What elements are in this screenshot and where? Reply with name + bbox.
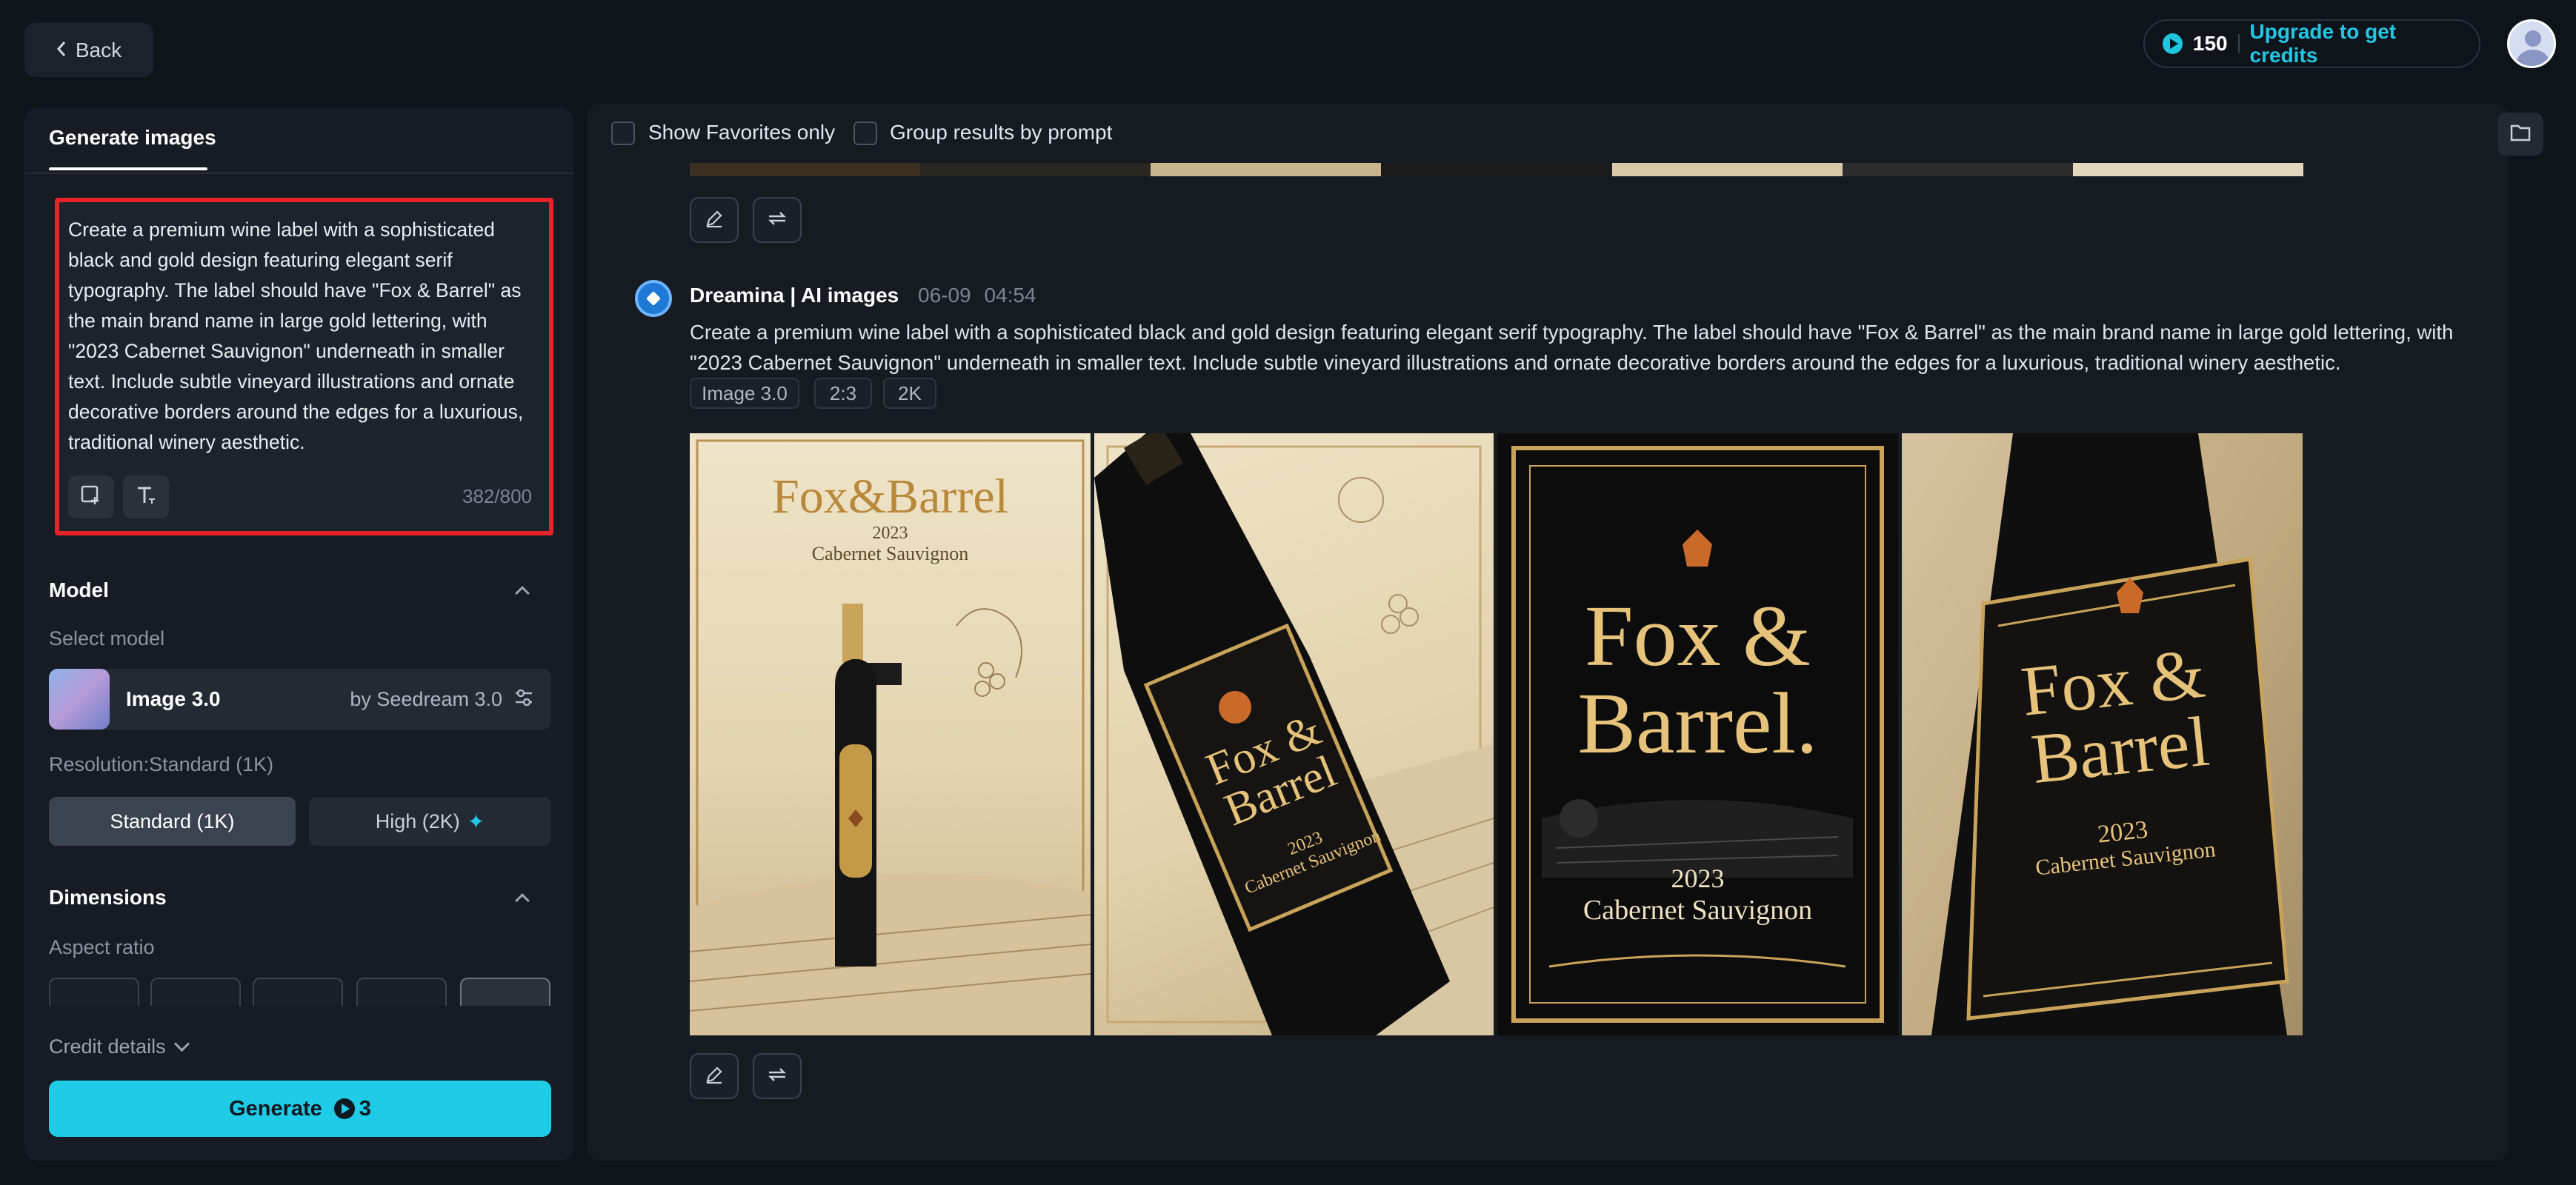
dimensions-section-title: Dimensions xyxy=(49,886,167,909)
char-count: 382/800 xyxy=(462,485,532,507)
model-provider: by Seedream 3.0 xyxy=(350,687,502,710)
model-thumbnail xyxy=(49,669,110,730)
text-style-button[interactable] xyxy=(123,475,169,518)
aspect-option[interactable] xyxy=(356,978,447,1006)
generate-cost: 3 xyxy=(359,1096,371,1121)
sliders-icon[interactable] xyxy=(513,687,535,712)
chevron-down-icon xyxy=(173,1035,190,1052)
aspect-ratio-label: Aspect ratio xyxy=(49,936,155,958)
group-by-prompt-label[interactable]: Group results by prompt xyxy=(890,121,1112,144)
pencil-icon xyxy=(704,208,725,233)
image-upload-icon xyxy=(80,484,102,510)
result-prompt: Create a premium wine label with a sophi… xyxy=(690,321,2454,374)
generated-image-4[interactable]: Fox & Barrel 2023 Cabernet Sauvignon xyxy=(1902,433,2303,1035)
chevron-left-icon xyxy=(56,39,67,62)
back-label: Back xyxy=(75,38,122,61)
back-button[interactable]: Back xyxy=(24,23,153,77)
text-format-icon xyxy=(135,484,157,510)
generate-label: Generate xyxy=(229,1096,322,1121)
author-name: Dreamina | AI images xyxy=(690,284,899,307)
label-brand: Fox&Barrel xyxy=(772,470,1008,524)
resolution-label: Resolution:Standard (1K) xyxy=(49,753,274,775)
model-selector[interactable]: Image 3.0 by Seedream 3.0 xyxy=(49,669,551,730)
regenerate-button[interactable] xyxy=(753,197,802,243)
generated-image-2[interactable]: Fox & Barrel 2023 Cabernet Sauvignon xyxy=(1094,433,1494,1035)
avatar[interactable] xyxy=(2507,19,2556,68)
label-varietal: Cabernet Sauvignon xyxy=(1582,895,1813,926)
avatar-head-icon xyxy=(2525,30,2541,47)
aspect-option[interactable] xyxy=(253,978,343,1006)
avatar-body-icon xyxy=(2516,50,2550,66)
tag-model: Image 3.0 xyxy=(690,378,799,409)
folder-button[interactable] xyxy=(2497,113,2543,156)
repeat-icon xyxy=(766,1064,788,1089)
group-by-prompt-checkbox[interactable] xyxy=(853,121,877,145)
label-year: 2023 xyxy=(1671,864,1725,893)
show-favorites-label[interactable]: Show Favorites only xyxy=(648,121,835,144)
model-name: Image 3.0 xyxy=(126,687,221,710)
edit-button[interactable] xyxy=(690,197,739,243)
select-model-label: Select model xyxy=(49,627,165,650)
credit-details-label: Credit details xyxy=(49,1035,166,1058)
tab-active-indicator xyxy=(49,167,207,170)
credit-coin-icon xyxy=(333,1098,355,1119)
credits-pill[interactable]: 150 Upgrade to get credits xyxy=(2143,19,2480,68)
sparkle-icon: ✦ xyxy=(467,810,485,833)
image-reference-button[interactable] xyxy=(68,475,114,518)
credit-coin-icon xyxy=(2163,33,2183,54)
show-favorites-checkbox[interactable] xyxy=(611,121,635,145)
model-section-title: Model xyxy=(49,578,109,601)
label-brand-line1: Fox & xyxy=(1585,587,1811,684)
folder-icon xyxy=(2509,123,2532,146)
tab-divider xyxy=(24,173,573,174)
resolution-high-button[interactable]: High (2K) ✦ xyxy=(309,797,551,846)
tag-resolution: 2K xyxy=(883,378,936,409)
generate-button[interactable]: Generate 3 xyxy=(49,1081,551,1137)
dreamina-logo-icon xyxy=(635,280,672,317)
aspect-option-selected[interactable] xyxy=(460,978,550,1006)
edit-button[interactable] xyxy=(690,1053,739,1099)
result-author: Dreamina | AI images 06-09 04:54 xyxy=(690,284,1036,307)
aspect-option[interactable] xyxy=(150,978,241,1006)
result-time: 04:54 xyxy=(984,284,1036,307)
repeat-icon xyxy=(766,208,788,233)
upgrade-link[interactable]: Upgrade to get credits xyxy=(2250,20,2461,67)
resolution-standard-button[interactable]: Standard (1K) xyxy=(49,797,296,846)
tab-generate-images[interactable]: Generate images xyxy=(49,126,216,150)
label-varietal: Cabernet Sauvignon xyxy=(811,543,969,564)
pill-divider xyxy=(2237,34,2240,53)
previous-results-strip xyxy=(690,163,2303,176)
result-date: 06-09 xyxy=(918,284,971,307)
generated-image-1[interactable]: Fox&Barrel 2023 Cabernet Sauvignon xyxy=(690,433,1091,1035)
prompt-text[interactable]: Create a premium wine label with a sophi… xyxy=(68,215,527,458)
res-high-label: High (2K) xyxy=(375,810,460,832)
generated-image-3[interactable]: Fox & Barrel. 2023 Cabernet Sauvignon xyxy=(1497,433,1898,1035)
aspect-option[interactable] xyxy=(49,978,139,1006)
regenerate-button[interactable] xyxy=(753,1053,802,1099)
tag-aspect: 2:3 xyxy=(814,378,872,409)
pencil-icon xyxy=(704,1064,725,1089)
credits-count: 150 xyxy=(2192,32,2228,55)
label-year: 2023 xyxy=(872,524,908,543)
label-brand-line2: Barrel. xyxy=(1577,675,1818,772)
credit-details-toggle[interactable]: Credit details xyxy=(49,1035,190,1058)
